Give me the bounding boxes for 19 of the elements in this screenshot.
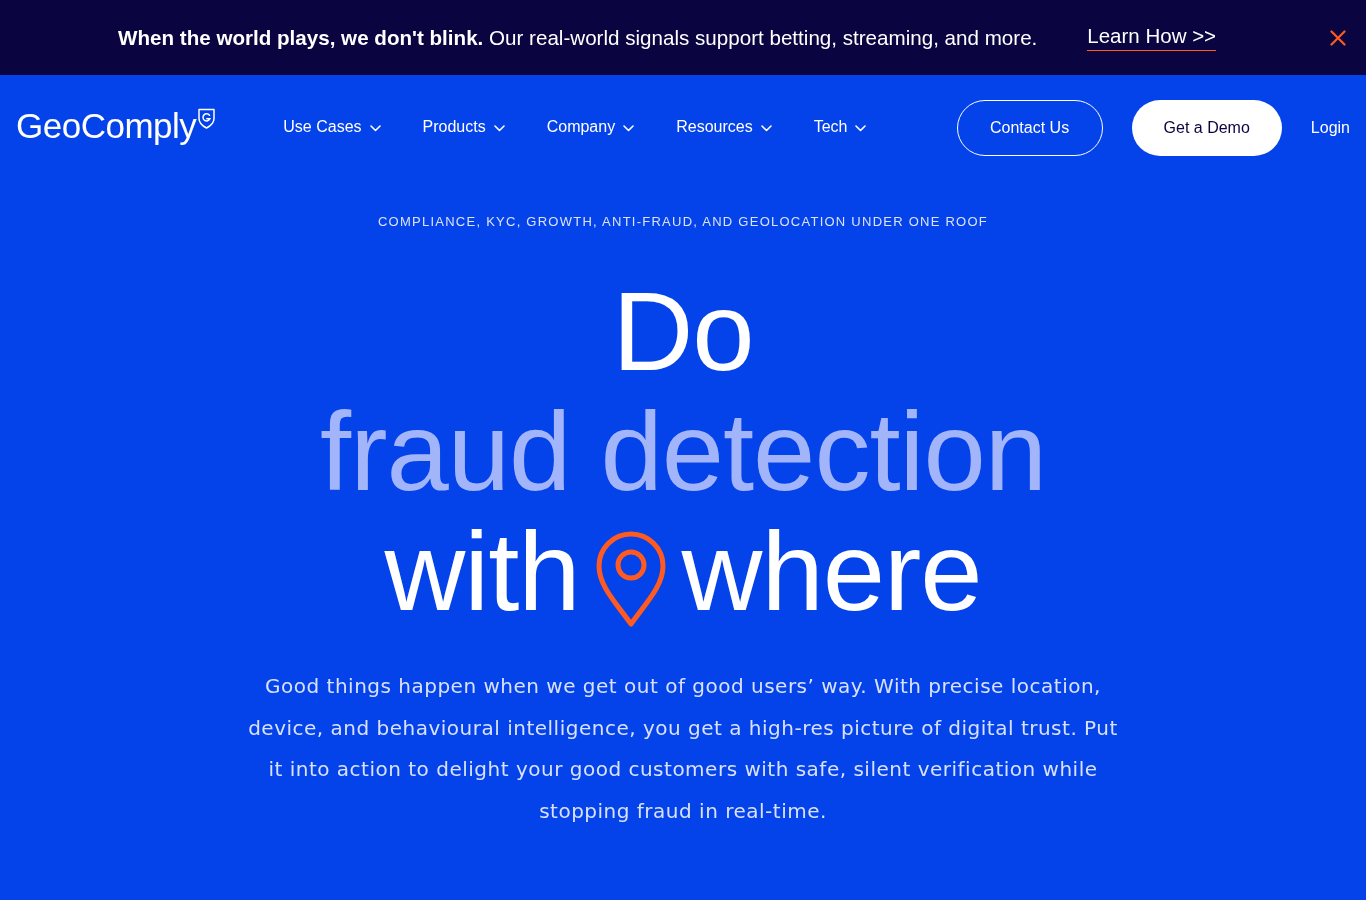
learn-how-link[interactable]: Learn How >> [1087,24,1217,51]
close-icon[interactable] [1330,29,1346,46]
login-link[interactable]: Login [1310,118,1350,137]
nav-menu-item[interactable]: Company [546,117,635,136]
shield-logo-icon [198,107,216,129]
headline-line: Do [612,272,754,392]
headline-line: fraud detection [320,392,1046,512]
nav-menu-item[interactable]: Resources [676,117,772,136]
hero-description: Good things happen when we get out of good users’ way. With precise location, device, and behavioural intelligence, you get a high-res picture of digital trust. Put it into action to delight your good customers with safe, silent verification while stopping fraud in real-time. [247,673,1119,825]
nav-menu-item[interactable]: Use Cases [283,117,381,136]
headline-word: with [384,512,580,632]
banner-message: When the world plays, we don't blink. Our real-world signals support betting, streaming, and more. [118,25,1038,50]
location-pin-icon [595,531,666,627]
nav-menu-item[interactable]: Products [422,117,505,136]
get-demo-button[interactable]: Get a Demo [1131,99,1282,156]
nav-menu-item[interactable]: Tech [813,117,867,136]
logo-wordmark[interactable]: GeoComply [16,105,197,146]
headline-word: where [681,512,982,632]
eyebrow-text: COMPLIANCE, KYC, GROWTH, ANTI-FRAUD, AND GEOLOCATION UNDER ONE ROOF [377,214,989,230]
